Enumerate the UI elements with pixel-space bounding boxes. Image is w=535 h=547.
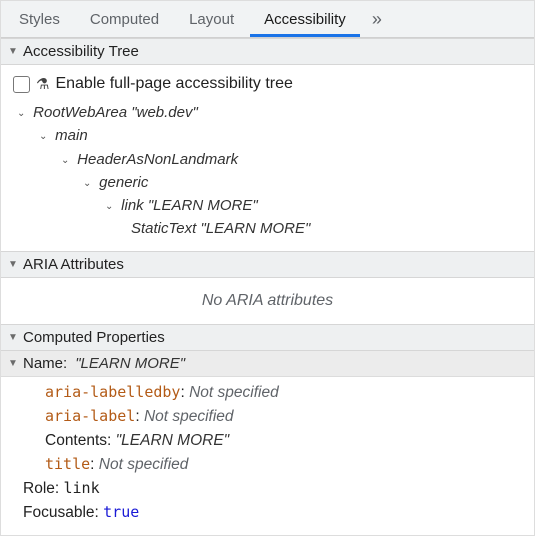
name-source-key: aria-label [45, 407, 135, 425]
section-title: ARIA Attributes [23, 256, 124, 273]
computed-name-value: "LEARN MORE" [75, 355, 185, 372]
expand-arrow-icon[interactable]: ⌄ [105, 199, 117, 215]
disclosure-triangle-icon: ▼ [7, 358, 19, 369]
name-source-row: title: Not specified [11, 453, 524, 477]
no-aria-attributes-message: No ARIA attributes [1, 278, 534, 324]
disclosure-triangle-icon: ▼ [7, 46, 19, 57]
disclosure-triangle-icon: ▼ [7, 332, 19, 343]
focusable-label: Focusable: [23, 504, 99, 521]
tree-node[interactable]: ⌄ link "LEARN MORE" [11, 194, 524, 217]
computed-name-label: Name: [23, 355, 67, 372]
tree-node[interactable]: ⌄ HeaderAsNonLandmark [11, 148, 524, 171]
tree-node-role: link [121, 197, 144, 214]
name-source-row: Contents: "LEARN MORE" [11, 429, 524, 453]
focusable-value: true [103, 503, 139, 521]
tree-node[interactable]: ⌄ main [11, 124, 524, 147]
expand-arrow-icon[interactable]: ⌄ [61, 153, 73, 169]
name-source-value: Not specified [144, 408, 234, 425]
name-source-key: title [45, 455, 90, 473]
tree-node-role: StaticText [131, 220, 196, 237]
tree-node-role: HeaderAsNonLandmark [77, 151, 238, 168]
name-source-row: aria-label: Not specified [11, 405, 524, 429]
accessibility-panel: Styles Computed Layout Accessibility » ▼… [0, 0, 535, 536]
expand-arrow-icon[interactable]: ⌄ [39, 129, 51, 145]
tree-node[interactable]: ⌄ generic [11, 171, 524, 194]
computed-focusable-row: Focusable: true [11, 501, 524, 525]
name-source-value: Not specified [189, 384, 279, 401]
accessibility-tree-body: ⚗ Enable full-page accessibility tree ⌄ … [1, 65, 534, 251]
tree-node-role: RootWebArea [33, 104, 127, 121]
devtools-tab-bar: Styles Computed Layout Accessibility » [1, 1, 534, 38]
accessibility-tree: ⌄ RootWebArea "web.dev" ⌄ main ⌄ HeaderA… [11, 101, 524, 241]
computed-role-row: Role: link [11, 477, 524, 501]
tree-node-name: "LEARN MORE" [148, 197, 258, 214]
name-source-value: Not specified [99, 456, 189, 473]
section-header-accessibility-tree[interactable]: ▼ Accessibility Tree [1, 38, 534, 65]
tab-overflow-button[interactable]: » [362, 9, 392, 30]
tab-accessibility[interactable]: Accessibility [250, 1, 360, 37]
section-title: Accessibility Tree [23, 43, 139, 60]
tree-node[interactable]: StaticText "LEARN MORE" [11, 217, 524, 240]
tree-node-role: main [55, 127, 88, 144]
name-source-value: "LEARN MORE" [116, 432, 230, 449]
tab-computed[interactable]: Computed [76, 1, 173, 37]
expand-arrow-icon[interactable]: ⌄ [17, 106, 29, 122]
name-source-row: aria-labelledby: Not specified [11, 381, 524, 405]
checkbox-label: Enable full-page accessibility tree [55, 75, 292, 93]
tree-node-name: "LEARN MORE" [200, 220, 310, 237]
tab-layout[interactable]: Layout [175, 1, 248, 37]
computed-properties-body: aria-labelledby: Not specified aria-labe… [1, 377, 534, 535]
disclosure-triangle-icon: ▼ [7, 259, 19, 270]
checkbox-enable-full-page-tree[interactable] [13, 76, 30, 93]
tree-node-role: generic [99, 174, 148, 191]
section-title: Computed Properties [23, 329, 165, 346]
name-source-key: Contents [45, 432, 107, 449]
computed-name-row[interactable]: ▼ Name: "LEARN MORE" [1, 351, 534, 377]
tab-styles[interactable]: Styles [5, 1, 74, 37]
section-header-computed-properties[interactable]: ▼ Computed Properties [1, 324, 534, 351]
tree-node-name: "web.dev" [131, 104, 198, 121]
name-source-key: aria-labelledby [45, 383, 180, 401]
role-value: link [64, 479, 100, 497]
tree-node[interactable]: ⌄ RootWebArea "web.dev" [11, 101, 524, 124]
role-label: Role: [23, 480, 59, 497]
experiment-icon: ⚗ [36, 75, 49, 93]
expand-arrow-icon[interactable]: ⌄ [83, 176, 95, 192]
section-header-aria-attributes[interactable]: ▼ ARIA Attributes [1, 251, 534, 278]
enable-full-page-tree-row[interactable]: ⚗ Enable full-page accessibility tree [11, 71, 524, 101]
